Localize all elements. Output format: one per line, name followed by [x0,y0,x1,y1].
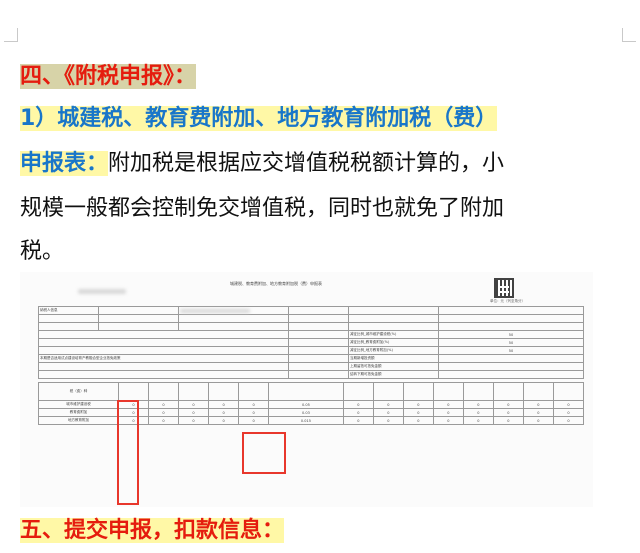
cell: 0 [342,400,374,409]
qr-code [494,278,514,298]
section-5-heading: 五、提交申报，扣款信息： [20,516,285,546]
redacted-header [78,289,126,294]
section-label: 本期是否适用试点建设培育产教融合型企业抵免政策 [38,354,289,363]
cell: 0 [208,416,240,425]
right-row-4: 当期新增投资额 [348,354,439,363]
right-row-5: 上期留抵可抵免金额 [348,362,439,371]
highlight-box-2 [242,432,286,474]
cell: 0 [208,408,240,417]
intro-line-3: 税。 [20,237,64,267]
intro-label: 申报表： [20,151,109,176]
cell: 0 [462,400,494,409]
cell: 0 [372,416,404,425]
right-row-2: 减征比例_教育费附加(%) [348,338,439,347]
cell: 0 [148,400,180,409]
intro-line-2: 规模一般都会控制免交增值税，同时也就免了附加 [20,194,504,224]
right-row-3: 减征比例_地方教育附加(%) [348,346,439,355]
right-value-2: 50 [438,338,584,347]
right-value-1: 50 [438,330,584,339]
intro-text-1: 附加税是根据应交增值税税额计算的，小 [108,151,505,176]
cell: 0 [552,416,585,425]
row-name-2: 教育费附加 [38,408,119,417]
form-top-table: 纳税人信息 减征比例_城市维护建设税(%) 50 减征比例_教育费附加(%) 5… [38,306,584,379]
row-name-3: 地方教育附加 [38,416,119,425]
cell: 0 [462,408,494,417]
section-4-heading: 四、《附税申报》： [20,62,197,92]
cell: 0 [372,408,404,417]
crop-mark-left [4,28,18,42]
cell: 0 [178,416,210,425]
cell: 0 [148,416,180,425]
subheading-text: 1）城建税、教育费附加、地方教育附加税（费） [20,106,498,131]
cell: 0 [552,400,585,409]
cell: 0 [492,408,524,417]
highlight-box-1 [117,400,139,505]
intro-text-2: 规模一般都会控制免交增值税，同时也就免了附加 [20,196,505,221]
cell: 0 [178,408,210,417]
intro-line-1: 申报表：附加税是根据应交增值税税额计算的，小 [20,149,504,179]
cell: 0 [432,408,464,417]
rate-1: 0.05 [268,400,344,409]
tax-form-screenshot: 城建税、教育费附加、地方教育附加税（费）申报表 单位：元（列至角分） 纳税人信息… [20,272,593,507]
redacted-name [180,308,250,313]
section-5-heading-text: 五、提交申报，扣款信息： [20,518,285,543]
cell: 0 [552,408,585,417]
cell: 0 [238,408,270,417]
cell: 0 [522,400,554,409]
cell: 0 [432,400,464,409]
subheading: 1）城建税、教育费附加、地方教育附加税（费） [20,104,498,134]
rate-2: 0.03 [268,408,344,417]
col-index-label: 税（费）种 [38,382,119,401]
form-title: 城建税、教育费附加、地方教育附加税（费）申报表 [230,281,322,286]
cell: 0 [342,408,374,417]
rate-3: 0.015 [268,416,344,425]
cell: 0 [492,416,524,425]
cell: 0 [402,416,434,425]
row-name-1: 城市维护建设税 [38,400,119,409]
cell: 0 [238,400,270,409]
form-unit: 单位：元（列至角分） [490,299,525,303]
cell: 0 [402,400,434,409]
taxpayer-label: 纳税人信息 [38,306,99,315]
cell: 0 [148,408,180,417]
cell: 0 [178,400,210,409]
cell: 0 [432,416,464,425]
cell: 0 [522,408,554,417]
cell: 0 [402,408,434,417]
intro-text-3: 税。 [20,239,65,264]
cell: 0 [522,416,554,425]
cell: 0 [342,416,374,425]
right-row-1: 减征比例_城市维护建设税(%) [348,330,439,339]
cell: 0 [462,416,494,425]
right-row-6: 结转下期可抵免金额 [348,370,439,379]
section-4-heading-text: 四、《附税申报》： [20,64,197,89]
cell: 0 [238,416,270,425]
right-value-3: 50 [438,346,584,355]
crop-mark-right [622,28,636,42]
cell: 0 [208,400,240,409]
cell: 0 [372,400,404,409]
cell: 0 [492,400,524,409]
